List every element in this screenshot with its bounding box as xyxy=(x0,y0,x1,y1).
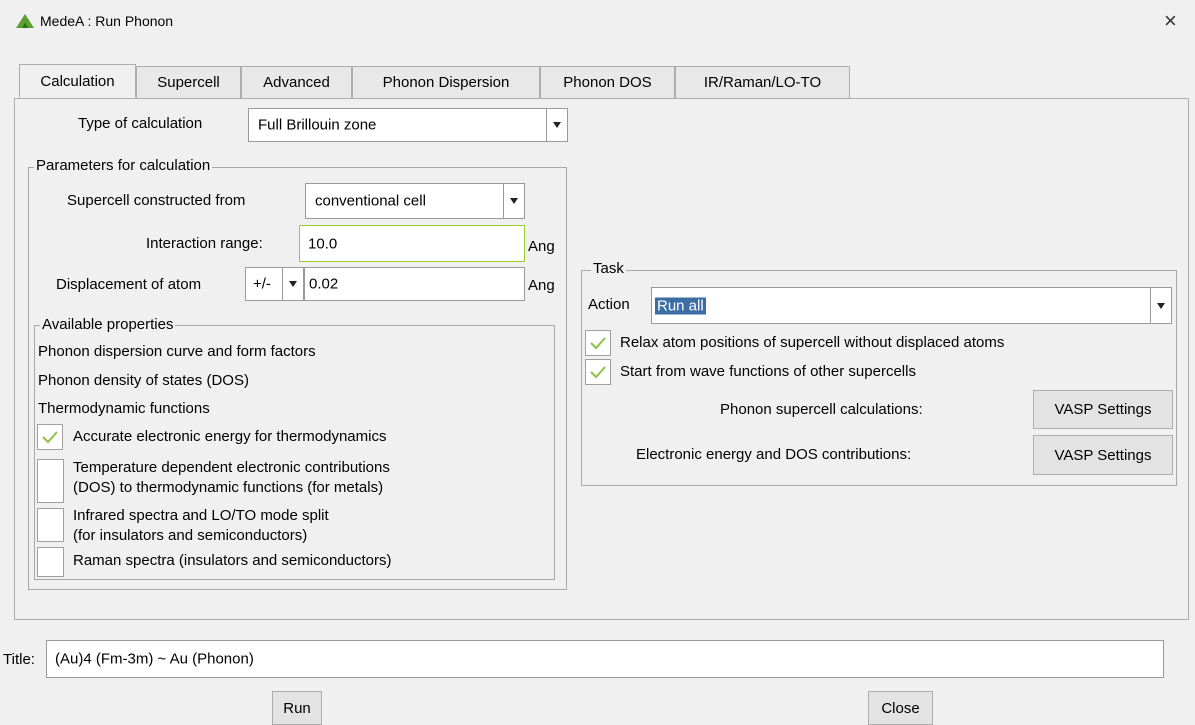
type-of-calculation-select[interactable]: Full Brillouin zone xyxy=(248,108,568,142)
temperature-dependent-label: Temperature dependent electronic contrib… xyxy=(73,458,390,498)
start-from-wave-checkbox[interactable] xyxy=(585,359,611,385)
phonon-supercell-label: Phonon supercell calculations: xyxy=(720,401,923,418)
supercell-from-select[interactable]: conventional cell xyxy=(305,183,525,219)
chevron-down-icon[interactable] xyxy=(503,184,524,218)
tab-advanced[interactable]: Advanced xyxy=(241,66,352,98)
tab-calculation[interactable]: Calculation xyxy=(19,64,136,98)
parameters-legend: Parameters for calculation xyxy=(34,157,213,174)
infrared-line-2: (for insulators and semiconductors) xyxy=(73,527,308,544)
temperature-dependent-line-1: Temperature dependent electronic contrib… xyxy=(73,459,390,476)
infrared-label: Infrared spectra and LO/TO mode split (f… xyxy=(73,506,329,546)
raman-label: Raman spectra (insulators and semiconduc… xyxy=(73,552,392,569)
electronic-energy-label: Electronic energy and DOS contributions: xyxy=(636,446,912,463)
chevron-down-icon[interactable] xyxy=(1150,288,1171,323)
tab-phonon-dispersion[interactable]: Phonon Dispersion xyxy=(352,66,540,98)
close-window-icon[interactable]: × xyxy=(1164,10,1177,32)
property-item: Phonon density of states (DOS) xyxy=(38,372,249,389)
start-from-wave-label: Start from wave functions of other super… xyxy=(620,363,916,380)
displacement-value: 0.02 xyxy=(309,275,339,293)
accurate-energy-label: Accurate electronic energy for thermodyn… xyxy=(73,428,387,445)
supercell-from-value: conventional cell xyxy=(315,192,426,210)
title-value: (Au)4 (Fm-3m) ~ Au (Phonon) xyxy=(55,650,254,668)
property-item: Thermodynamic functions xyxy=(38,400,210,417)
displacement-label: Displacement of atom xyxy=(56,276,202,293)
property-item: Phonon dispersion curve and form factors xyxy=(38,343,316,360)
displacement-input[interactable]: 0.02 xyxy=(304,267,525,301)
temperature-dependent-line-2: (DOS) to thermodynamic functions (for me… xyxy=(73,479,384,496)
interaction-range-unit: Ang xyxy=(528,238,555,255)
task-legend: Task xyxy=(591,260,626,277)
available-properties-legend: Available properties xyxy=(40,316,176,333)
tab-supercell[interactable]: Supercell xyxy=(136,66,241,98)
close-button[interactable]: Close xyxy=(868,691,933,725)
title-label: Title: xyxy=(3,651,35,668)
tab-phonon-dos[interactable]: Phonon DOS xyxy=(540,66,675,98)
run-button[interactable]: Run xyxy=(272,691,322,725)
raman-checkbox[interactable] xyxy=(37,547,64,577)
relax-atoms-checkbox[interactable] xyxy=(585,330,611,356)
phonon-vasp-settings-button[interactable]: VASP Settings xyxy=(1033,390,1173,429)
chevron-down-icon[interactable] xyxy=(546,109,567,141)
checkmark-icon xyxy=(590,366,606,379)
supercell-from-label: Supercell constructed from xyxy=(67,192,246,209)
window-title: MedeA : Run Phonon xyxy=(40,13,174,29)
action-select[interactable]: Run all xyxy=(651,287,1172,324)
checkmark-icon xyxy=(42,431,58,444)
type-of-calculation-label: Type of calculation xyxy=(78,115,203,132)
displacement-sign-select[interactable]: +/- xyxy=(245,267,304,301)
action-label: Action xyxy=(588,296,630,313)
medea-logo-icon xyxy=(16,14,34,28)
infrared-line-1: Infrared spectra and LO/TO mode split xyxy=(73,507,329,524)
type-of-calculation-value: Full Brillouin zone xyxy=(258,116,377,134)
chevron-down-icon[interactable] xyxy=(282,268,303,300)
title-bar xyxy=(0,0,1195,44)
displacement-sign-value: +/- xyxy=(253,275,271,293)
checkmark-icon xyxy=(590,337,606,350)
temperature-dependent-checkbox[interactable] xyxy=(37,459,64,503)
interaction-range-input[interactable]: 10.0 xyxy=(299,225,525,262)
interaction-range-label: Interaction range: xyxy=(146,235,263,252)
accurate-energy-checkbox[interactable] xyxy=(37,424,63,450)
interaction-range-value: 10.0 xyxy=(308,235,338,252)
action-value: Run all xyxy=(655,297,706,314)
tab-ir-raman-lo-to[interactable]: IR/Raman/LO-TO xyxy=(675,66,850,98)
relax-atoms-label: Relax atom positions of supercell withou… xyxy=(620,334,1005,351)
displacement-unit: Ang xyxy=(528,277,555,294)
title-input[interactable]: (Au)4 (Fm-3m) ~ Au (Phonon) xyxy=(46,640,1164,678)
electronic-vasp-settings-button[interactable]: VASP Settings xyxy=(1033,435,1173,475)
infrared-checkbox[interactable] xyxy=(37,508,64,542)
